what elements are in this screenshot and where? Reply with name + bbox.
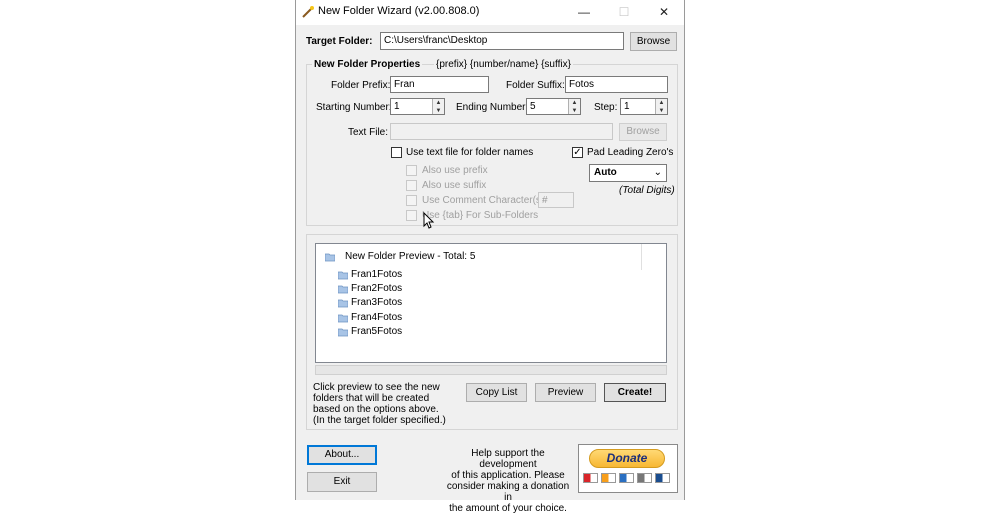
pattern-hint: {prefix} {number/name} {suffix} [434, 59, 573, 70]
text-file-input [390, 123, 613, 140]
list-item[interactable]: Fran3Fotos [338, 296, 458, 310]
preview-help-line: Click preview to see the new [313, 382, 440, 393]
maximize-button: ☐ [618, 5, 630, 19]
card-icon [619, 473, 634, 483]
comment-char-input: # [538, 192, 574, 208]
support-line: Help support the development [471, 448, 545, 470]
also-suffix-checkbox [406, 180, 417, 191]
list-item[interactable]: Fran4Fotos [338, 311, 458, 325]
window-title: New Folder Wizard (v2.00.808.0) [318, 5, 480, 17]
folder-suffix-label: Folder Suffix: [506, 80, 565, 91]
support-text: Help support the development of this app… [444, 448, 572, 514]
preview-item-label: Fran1Fotos [351, 269, 403, 280]
also-suffix-label: Also use suffix [422, 180, 487, 191]
list-item[interactable]: Fran5Fotos [338, 325, 458, 339]
target-browse-button[interactable]: Browse [630, 32, 677, 51]
preview-help-line: based on the options above. [313, 404, 439, 415]
donate-button[interactable]: Donate [589, 449, 665, 468]
copy-list-button[interactable]: Copy List [466, 383, 527, 402]
create-button[interactable]: Create! [604, 383, 666, 402]
preview-item-label: Fran5Fotos [351, 326, 403, 337]
use-tab-checkbox [406, 210, 417, 221]
folder-prefix-input[interactable]: Fran [390, 76, 489, 93]
total-digits-value: Auto [594, 167, 617, 178]
folder-preview-tree[interactable]: New Folder Preview - Total: 5 Fran1Fotos… [315, 243, 667, 363]
preview-item-label: Fran4Fotos [351, 312, 403, 323]
preview-help-line: folders that will be created [313, 393, 430, 404]
folder-icon [338, 299, 348, 308]
list-item[interactable]: Fran1Fotos [338, 268, 458, 282]
exit-button[interactable]: Exit [307, 472, 377, 492]
list-item[interactable]: Fran2Fotos [338, 282, 458, 296]
pad-zeros-label: Pad Leading Zero's [587, 147, 674, 158]
preview-button[interactable]: Preview [535, 383, 596, 402]
text-file-browse-button: Browse [619, 123, 667, 141]
folder-prefix-label: Folder Prefix: [331, 80, 391, 91]
preview-help-text: Click preview to see the new folders tha… [313, 382, 446, 426]
preview-root-label: New Folder Preview - Total: 5 [345, 251, 476, 262]
step-spinner[interactable]: ▲ ▼ [655, 99, 667, 114]
total-digits-select[interactable]: Auto ⌄ [589, 164, 667, 182]
folder-icon [338, 328, 348, 337]
use-comment-checkbox [406, 195, 417, 206]
ending-number-spinner[interactable]: ▲ ▼ [568, 99, 580, 114]
close-button[interactable]: ✕ [644, 0, 684, 25]
about-button[interactable]: About... [307, 445, 377, 465]
pad-zeros-checkbox[interactable]: ✓ [572, 147, 583, 158]
target-folder-input[interactable]: C:\Users\franc\Desktop [380, 32, 624, 50]
card-icon [655, 473, 670, 483]
target-folder-label: Target Folder: [306, 36, 373, 47]
card-icon [637, 473, 652, 483]
use-comment-label: Use Comment Character(s): [422, 195, 548, 206]
title-bar: New Folder Wizard (v2.00.808.0) — ☐ ✕ [296, 0, 684, 25]
new-folder-wizard-window: New Folder Wizard (v2.00.808.0) — ☐ ✕ Ta… [295, 0, 685, 514]
chevron-down-icon: ⌄ [653, 167, 662, 178]
ending-number-label: Ending Number: [456, 102, 529, 113]
properties-title: New Folder Properties [312, 59, 423, 70]
starting-number-spinner[interactable]: ▲ ▼ [432, 99, 444, 114]
mouse-cursor-icon [423, 212, 435, 229]
horizontal-scrollbar[interactable] [315, 365, 667, 375]
card-icon [583, 473, 598, 483]
use-text-file-label: Use text file for folder names [406, 147, 534, 158]
preview-item-label: Fran3Fotos [351, 297, 403, 308]
minimize-button[interactable]: — [564, 0, 604, 25]
total-digits-caption: (Total Digits) [619, 185, 675, 196]
donate-panel[interactable]: Donate [578, 444, 678, 493]
folder-icon [338, 314, 348, 323]
card-icon [601, 473, 616, 483]
folder-suffix-input[interactable]: Fotos [565, 76, 668, 93]
support-line: the amount of your choice. [449, 503, 567, 514]
text-file-label: Text File: [348, 127, 389, 138]
preview-help-line: (In the target folder specified.) [313, 415, 446, 426]
step-label: Step: [594, 102, 618, 113]
folder-icon [325, 253, 335, 262]
folder-icon [338, 285, 348, 294]
use-tab-label: Use {tab} For Sub-Folders [422, 210, 539, 221]
support-line: of this application. Please [451, 470, 565, 481]
starting-number-label: Starting Number: [316, 102, 392, 113]
preview-item-label: Fran2Fotos [351, 283, 403, 294]
also-prefix-checkbox [406, 165, 417, 176]
wand-icon [302, 6, 314, 18]
use-text-file-checkbox[interactable] [391, 147, 402, 158]
also-prefix-label: Also use prefix [422, 165, 488, 176]
folder-icon [338, 271, 348, 280]
